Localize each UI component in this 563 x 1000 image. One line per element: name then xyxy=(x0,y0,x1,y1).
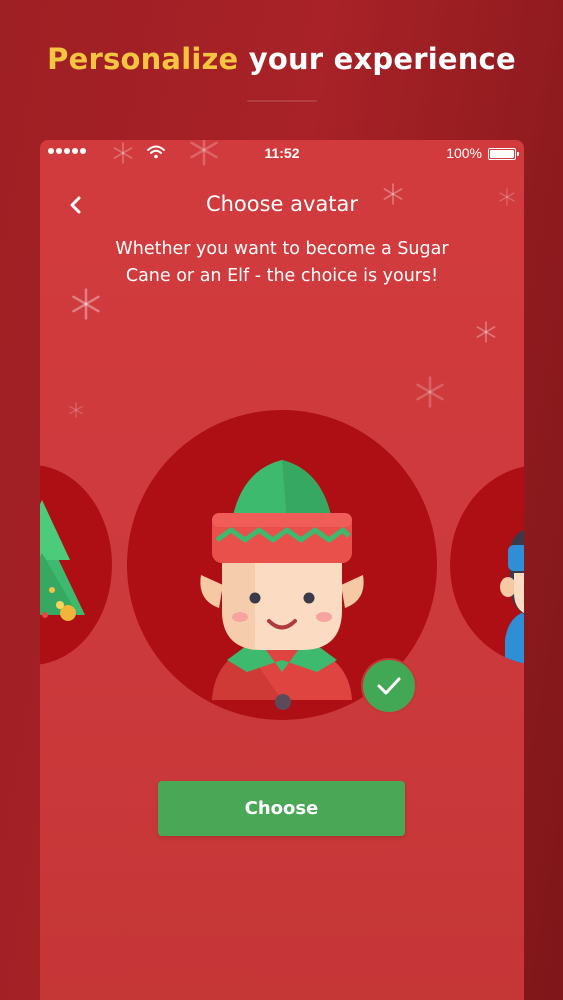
battery-percent: 100% xyxy=(446,145,482,161)
check-icon xyxy=(377,677,401,695)
status-bar: 11:52 100% xyxy=(40,140,524,166)
subtitle-line-1: Whether you want to become a Sugar xyxy=(115,239,449,259)
headline: Personalize your experience xyxy=(0,42,563,76)
snowflake-icon xyxy=(416,376,444,408)
selected-check-badge[interactable] xyxy=(361,658,417,714)
headline-accent: Personalize xyxy=(47,42,239,76)
headline-divider xyxy=(247,100,317,102)
christmas-tree-avatar[interactable] xyxy=(40,465,112,665)
snowflake-icon xyxy=(476,321,496,343)
screen-title: Choose avatar xyxy=(205,192,359,216)
subtitle-line-2: Cane or an Elf - the choice is yours! xyxy=(125,266,439,286)
battery-icon xyxy=(488,148,519,160)
headline-rest: your experience xyxy=(238,42,516,76)
screen-subtitle: Whether you want to become a Sugar Cane … xyxy=(70,236,494,290)
character-avatar[interactable] xyxy=(450,465,524,665)
snowflake-icon xyxy=(69,402,83,418)
choose-button[interactable]: Choose xyxy=(158,781,405,836)
snowflake-icon xyxy=(72,288,100,320)
christmas-tree-icon xyxy=(40,500,85,621)
phone-screen: 11:52 100% Choose avatar Whether you wan… xyxy=(40,140,524,1000)
character-icon xyxy=(500,529,524,665)
